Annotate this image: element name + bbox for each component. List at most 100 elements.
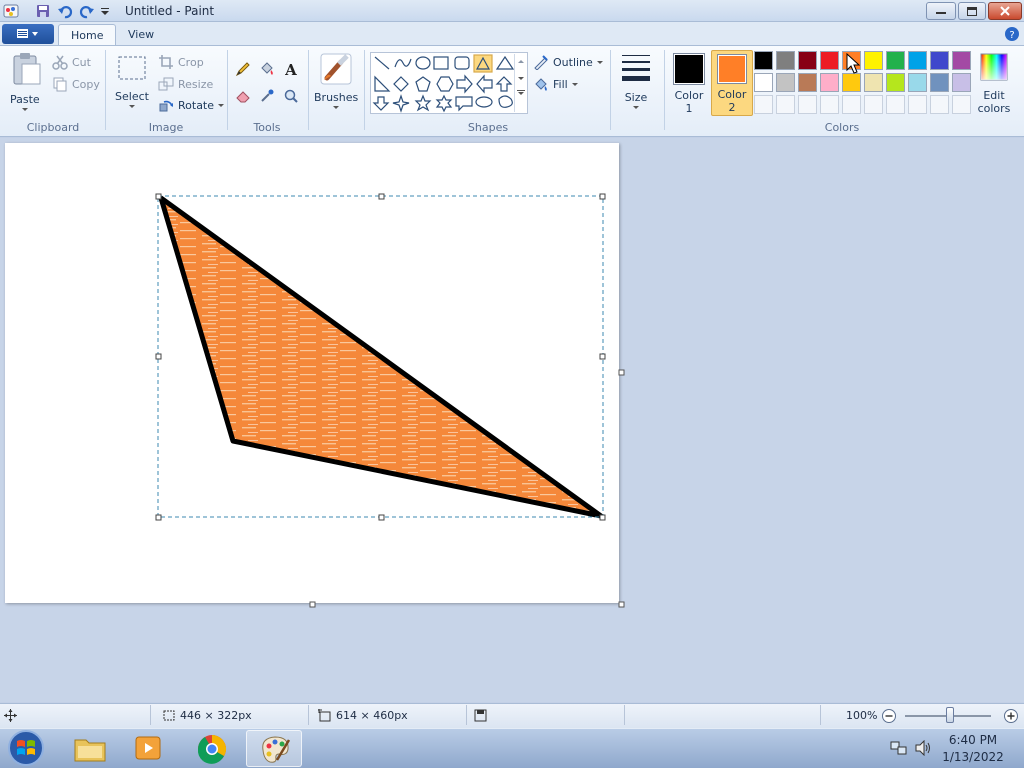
taskbar-explorer[interactable] [62,730,118,767]
palette-swatch[interactable] [754,51,773,70]
help-icon[interactable]: ? [1004,26,1020,42]
palette-swatch[interactable] [776,73,795,92]
rotate-button[interactable]: Rotate [158,97,225,113]
palette-swatch[interactable] [864,73,883,92]
text-icon: A [284,61,297,77]
taskbar-chrome[interactable] [184,730,240,767]
volume-icon[interactable] [914,740,932,756]
undo-icon[interactable] [57,3,73,19]
custom-color-slot[interactable] [952,95,971,114]
outline-button[interactable]: Outline [533,54,603,70]
select-button[interactable]: Select [114,54,150,114]
color1-number: 1 [685,102,693,115]
color1-label: Color [674,89,704,102]
fill-dropdown-icon [571,82,578,86]
minimize-button[interactable] [926,2,956,20]
size-button[interactable]: Size [616,52,656,114]
outline-icon [534,55,548,70]
palette-swatch[interactable] [952,51,971,70]
selection-size-icon [163,710,175,721]
palette-swatch[interactable] [886,73,905,92]
palette-swatch[interactable] [798,51,817,70]
scroll-down-icon [518,77,524,80]
fill-button[interactable]: Fill [533,76,578,92]
edit-colors-button[interactable]: Edit colors [976,52,1012,115]
custom-color-slot[interactable] [930,95,949,114]
network-icon[interactable] [890,740,908,756]
custom-color-slot[interactable] [820,95,839,114]
fill-icon [535,78,547,91]
crop-icon [159,55,173,69]
paint-palette-icon [262,736,291,763]
triangle-shape[interactable] [158,195,604,519]
custom-color-slot[interactable] [842,95,861,114]
text-tool[interactable]: A [281,59,301,79]
paint-bucket-icon [261,62,273,75]
palette-swatch[interactable] [908,51,927,70]
cut-button[interactable]: Cut [52,54,91,70]
customize-qat-icon[interactable] [99,3,115,19]
custom-color-slot[interactable] [754,95,773,114]
custom-color-slot[interactable] [908,95,927,114]
custom-color-slot[interactable] [776,95,795,114]
eraser-tool[interactable] [233,86,253,106]
size-label: Size [624,91,648,104]
palette-swatch[interactable] [952,73,971,92]
color2-button[interactable]: Color 2 [711,50,753,116]
ribbon-separator [664,50,665,130]
redo-icon[interactable] [79,3,95,19]
copy-button[interactable]: Copy [52,76,100,92]
eyedropper-icon [261,89,274,102]
color2-label: Color [717,88,747,101]
tab-view[interactable]: View [116,24,166,46]
zoom-out-icon[interactable] [881,708,897,724]
palette-swatch[interactable] [820,73,839,92]
fill-tool[interactable] [257,59,277,79]
tools-group-label: Tools [253,121,281,134]
tab-home[interactable]: Home [58,24,117,46]
custom-color-slot[interactable] [886,95,905,114]
magnifier-tool[interactable] [281,86,301,106]
zoom-in-icon[interactable] [1003,708,1019,724]
color1-button[interactable]: Color 1 [670,50,708,116]
palette-swatch[interactable] [754,73,773,92]
zoom-slider-thumb[interactable] [946,707,954,723]
palette-swatch[interactable] [930,73,949,92]
fill-label: Fill [553,77,568,91]
custom-color-slot[interactable] [864,95,883,114]
shapes-gallery-scroll[interactable] [514,54,526,112]
close-button[interactable] [988,2,1022,20]
custom-color-slot[interactable] [798,95,817,114]
paint-app-icon[interactable] [3,3,19,19]
scissors-icon [52,55,68,70]
resize-button[interactable]: Resize [158,76,213,92]
palette-swatch[interactable] [908,73,927,92]
palette-swatch[interactable] [930,51,949,70]
palette-swatch[interactable] [864,51,883,70]
paste-button[interactable]: Paste [10,52,46,112]
svg-text:A: A [284,61,297,77]
taskbar-media-player[interactable] [120,730,176,767]
pencil-tool[interactable] [233,59,253,79]
palette-swatch[interactable] [820,51,839,70]
brushes-dropdown-icon [333,106,339,109]
palette-swatch[interactable] [886,51,905,70]
outline-dropdown-icon [596,60,603,64]
brushes-button[interactable]: Brushes [314,52,358,114]
taskbar-paint[interactable] [246,730,302,767]
clock-date[interactable]: 1/13/2022 [938,750,1008,764]
save-icon[interactable] [35,3,51,19]
chrome-icon [197,735,227,764]
status-divider [820,705,821,725]
palette-swatch[interactable] [776,51,795,70]
clock-time[interactable]: 6:40 PM [938,733,1008,747]
paste-icon [13,53,41,85]
color-picker-tool[interactable] [257,86,277,106]
gallery-expand-icon [517,90,525,95]
maximize-button[interactable] [958,2,986,20]
palette-swatch[interactable] [798,73,817,92]
crop-button[interactable]: Crop [158,54,204,70]
palette-swatch[interactable] [842,73,861,92]
paint-menu-button[interactable] [2,24,54,44]
start-button-icon[interactable] [6,729,46,767]
